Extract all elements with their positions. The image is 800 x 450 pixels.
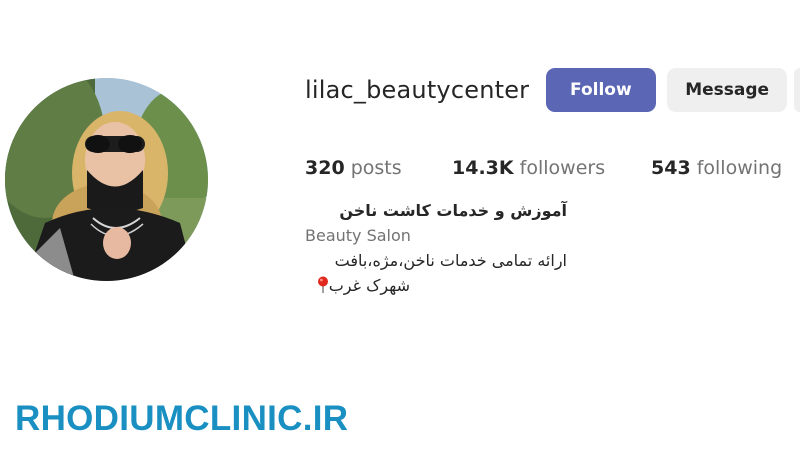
bio-display-name: آموزش و خدمات کاشت ناخن bbox=[339, 201, 567, 220]
bio-category: Beauty Salon bbox=[305, 226, 411, 245]
profile-photo bbox=[5, 78, 208, 281]
round-pushpin-icon bbox=[317, 276, 329, 301]
following-label: following bbox=[696, 157, 783, 179]
instagram-profile-header: lilac_beautycenter Follow Message 320 po… bbox=[0, 0, 800, 450]
profile-header-row: lilac_beautycenter Follow Message bbox=[305, 68, 800, 112]
more-options-button[interactable] bbox=[794, 68, 800, 112]
followers-stat[interactable]: 14.3K followers bbox=[452, 157, 651, 179]
posts-label: posts bbox=[350, 157, 402, 179]
bio-line-location: شهرک غرب bbox=[305, 273, 410, 301]
profile-stats: 320 posts 14.3K followers 543 following bbox=[305, 153, 800, 183]
followers-count: 14.3K bbox=[452, 157, 514, 179]
location-text: شهرک غرب bbox=[328, 276, 410, 295]
profile-info: lilac_beautycenter Follow Message 320 po… bbox=[305, 68, 800, 301]
following-stat[interactable]: 543 following bbox=[651, 157, 782, 179]
message-button[interactable]: Message bbox=[667, 68, 788, 112]
following-count: 543 bbox=[651, 157, 691, 179]
username: lilac_beautycenter bbox=[305, 76, 530, 104]
watermark-text: RHODIUMCLINIC.IR bbox=[15, 399, 349, 438]
posts-stat[interactable]: 320 posts bbox=[305, 157, 452, 179]
bio-line-services: ارائه تمامی خدمات ناخن،مژه،بافت bbox=[334, 251, 567, 270]
avatar[interactable] bbox=[5, 78, 208, 281]
follow-button[interactable]: Follow bbox=[545, 68, 657, 112]
followers-label: followers bbox=[519, 157, 606, 179]
posts-count: 320 bbox=[305, 157, 345, 179]
profile-bio: آموزش و خدمات کاشت ناخن Beauty Salon ارا… bbox=[305, 199, 567, 301]
